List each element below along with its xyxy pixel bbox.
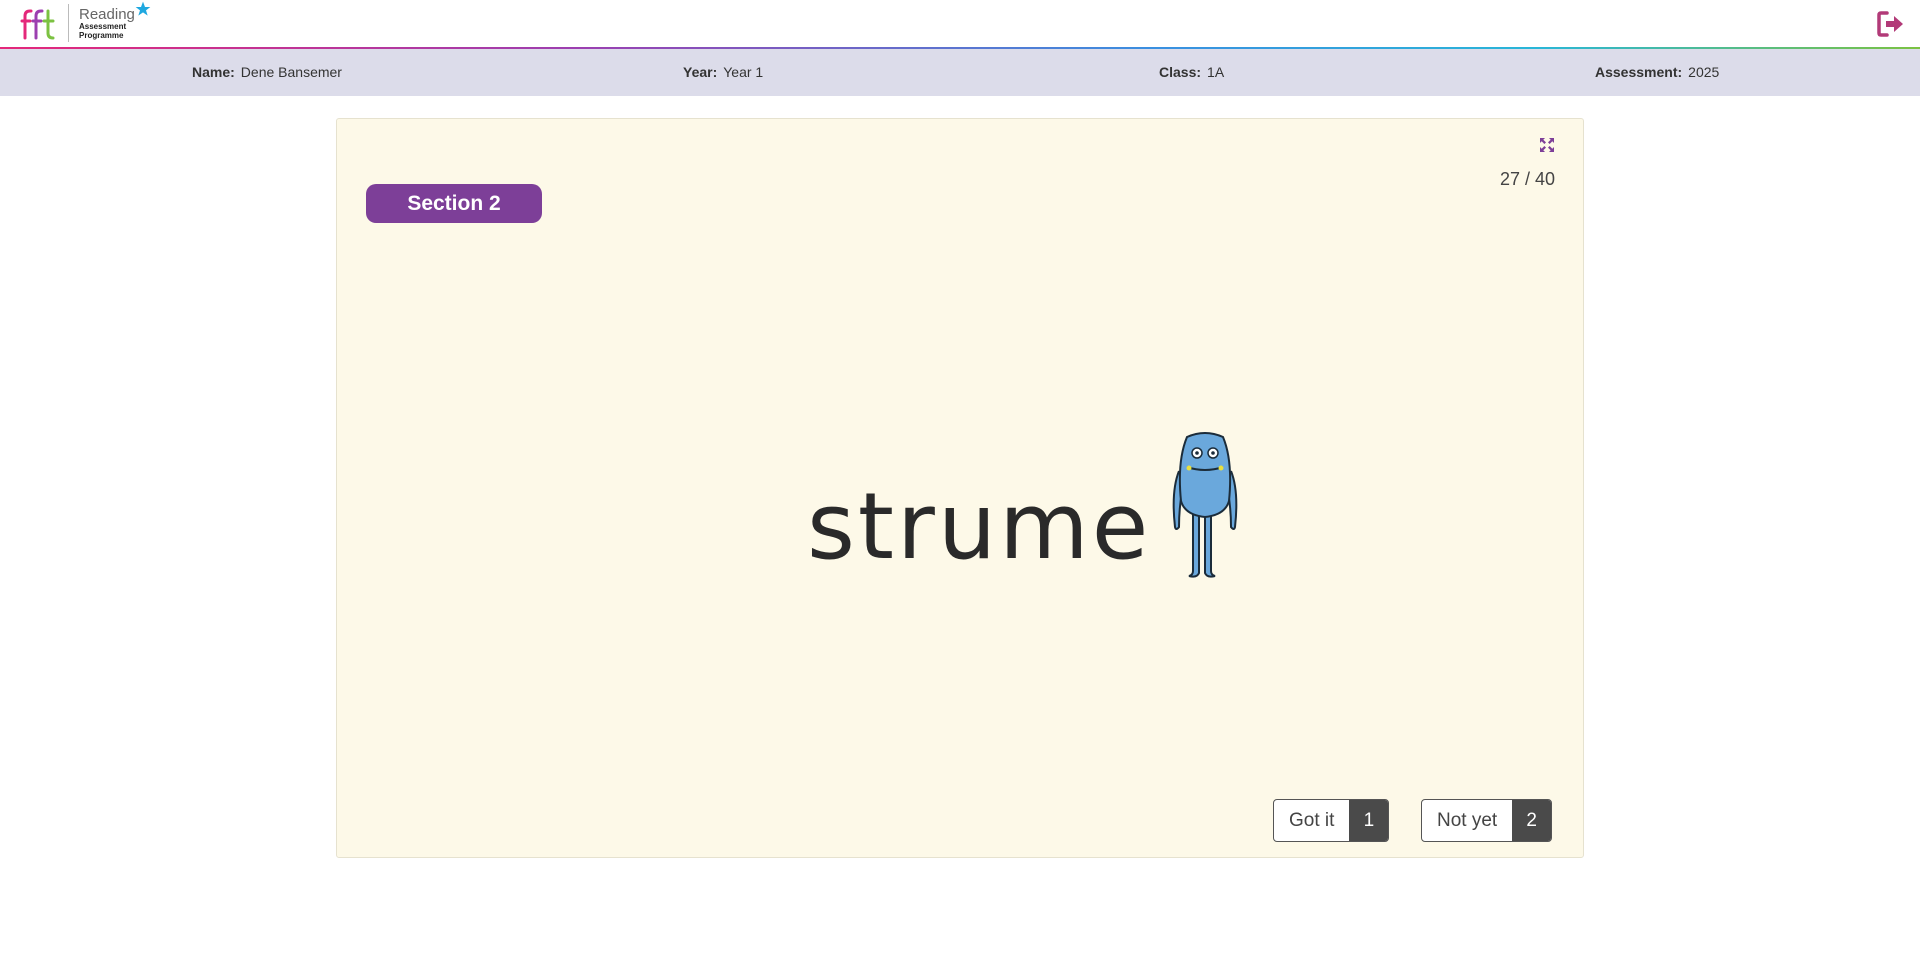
name-value: Dene Bansemer bbox=[240, 64, 342, 80]
student-name: Name: Dene Bansemer bbox=[192, 64, 342, 80]
student-class: Class: 1A bbox=[1159, 64, 1224, 80]
year-value: Year 1 bbox=[723, 64, 764, 80]
not-yet-button[interactable]: Not yet 2 bbox=[1421, 799, 1553, 842]
name-label: Name: bbox=[192, 64, 235, 80]
assessment-card: 27 / 40 Section 2 strume Got it 1 Not ye… bbox=[336, 118, 1584, 858]
not-yet-shortcut-key: 2 bbox=[1512, 800, 1552, 841]
logo-subtitle-1: Assessment bbox=[79, 21, 127, 31]
student-year: Year: Year 1 bbox=[683, 64, 763, 80]
logo-divider bbox=[68, 4, 69, 42]
class-label: Class: bbox=[1159, 64, 1202, 80]
not-yet-label: Not yet bbox=[1437, 810, 1498, 831]
alien-creature-icon bbox=[1167, 431, 1243, 579]
got-it-shortcut-key: 1 bbox=[1349, 800, 1389, 841]
student-info-bar: Name: Dene Bansemer Year: Year 1 Class: 1A … bbox=[0, 49, 1920, 96]
year-label: Year: bbox=[683, 64, 718, 80]
logout-icon[interactable] bbox=[1876, 10, 1906, 38]
top-header: Reading Assessment Programme bbox=[0, 0, 1920, 47]
expand-icon[interactable] bbox=[1539, 137, 1555, 153]
star-icon bbox=[135, 1, 151, 21]
class-value: 1A bbox=[1207, 64, 1225, 80]
assessment-label: Assessment: bbox=[1595, 64, 1683, 80]
assessment-value: 2025 bbox=[1688, 64, 1720, 80]
fft-logo-mark bbox=[20, 6, 56, 40]
logo-text: Reading Assessment Programme bbox=[79, 1, 151, 40]
got-it-button[interactable]: Got it 1 bbox=[1273, 799, 1390, 842]
fft-reading-logo: Reading Assessment Programme bbox=[20, 1, 151, 43]
section-badge: Section 2 bbox=[366, 184, 542, 223]
word-display: strume bbox=[807, 419, 1243, 579]
logo-subtitle-2: Programme bbox=[79, 30, 124, 40]
pseudo-word: strume bbox=[807, 473, 1152, 580]
question-counter: 27 / 40 bbox=[1499, 169, 1555, 189]
got-it-label: Got it bbox=[1289, 810, 1335, 831]
assessment-year: Assessment: 2025 bbox=[1595, 64, 1719, 80]
logo-title: Reading bbox=[79, 5, 135, 23]
